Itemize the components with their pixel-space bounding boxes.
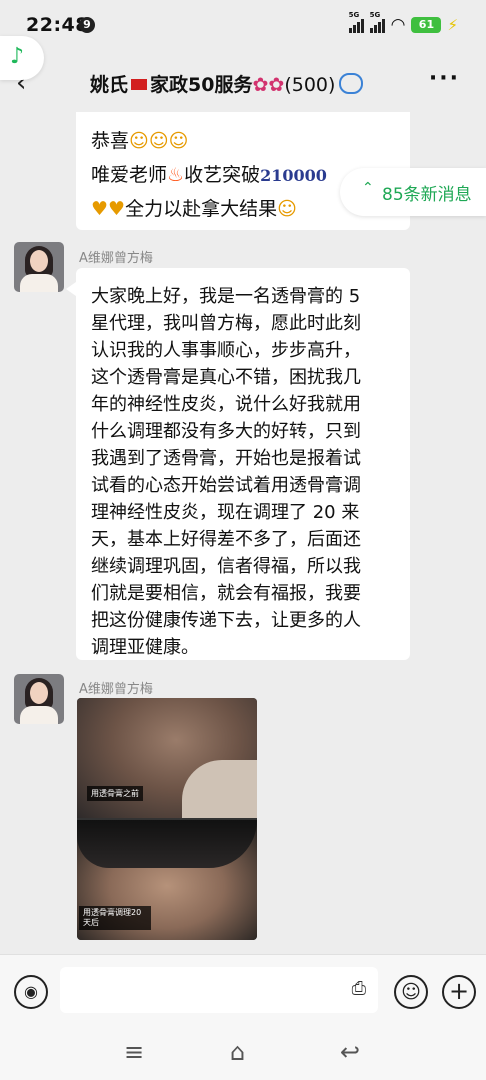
- message-line: 试看的心态开始尝试着用透骨膏调: [91, 475, 361, 496]
- message-text: 全力以赴拿大结果: [125, 198, 278, 220]
- message-line: ♥♥全力以赴拿大结果☺: [91, 194, 297, 221]
- message-text: 收艺突破: [184, 164, 261, 186]
- group-tag-icon: [339, 73, 364, 94]
- status-bar: 22:48 9 5G 5G ◠ 61 ⚡: [0, 0, 486, 52]
- music-floating-button[interactable]: ♪: [0, 36, 44, 80]
- input-bar: ◉ ⎙ ☺ +: [0, 954, 486, 1027]
- battery-level: 61: [411, 17, 442, 33]
- member-count: (500): [284, 74, 336, 96]
- message-line: 把这份健康传递下去，让更多的人: [91, 610, 361, 631]
- message-line: 恭喜☺☺☺: [91, 126, 188, 153]
- microphone-icon[interactable]: ⎙: [352, 978, 366, 999]
- message-line: 年的神经性皮炎，说什么好我就用: [91, 394, 361, 415]
- wifi-icon: ◠: [390, 15, 406, 35]
- message-line: 继续调理巩固，信者得福，所以我: [91, 556, 361, 577]
- message-input[interactable]: ⎙: [60, 967, 378, 1013]
- message-line: 这个透骨膏是真心不错，困扰我几: [91, 367, 361, 388]
- signal-icon: 5G: [348, 11, 364, 33]
- message-line: 理神经性皮炎，现在调理了 20 来: [91, 502, 360, 523]
- emoji-icon: ♥♥: [91, 198, 126, 220]
- signal-label: 5G: [369, 11, 381, 19]
- more-dots-icon[interactable]: ···: [429, 66, 460, 91]
- home-icon[interactable]: ⌂: [230, 1038, 245, 1066]
- message-line: 我遇到了透骨膏，开始也是报着试: [91, 448, 361, 469]
- message-line: 天，基本上好得差不多了，后面还: [91, 529, 361, 550]
- message-bubble[interactable]: 大家晚上好，我是一名透骨膏的 5 星代理，我叫曾方梅，愿此时此刻 认识我的人事事…: [66, 268, 410, 660]
- avatar[interactable]: [14, 242, 64, 292]
- menu-icon[interactable]: ≡: [124, 1038, 144, 1066]
- voice-input-icon[interactable]: ◉: [14, 975, 48, 1009]
- emoji-icon: ☺: [277, 198, 297, 220]
- new-messages-label: 85条新消息: [382, 185, 472, 205]
- signal-label: 5G: [348, 11, 360, 19]
- emoji-icon[interactable]: ☺: [394, 975, 428, 1009]
- message-line: 调理亚健康。: [91, 637, 199, 658]
- message-line: 认识我的人事事顺心，步步高升，: [91, 340, 361, 361]
- signal-icon: 5G: [369, 11, 385, 33]
- plus-icon[interactable]: +: [442, 975, 476, 1009]
- chat-title[interactable]: 姚氏 家政50服务✿✿(500): [90, 70, 364, 97]
- back-icon[interactable]: ↩: [340, 1038, 360, 1066]
- photo-caption: 用透骨膏之前: [87, 786, 143, 801]
- message-line: 们就是要相信，就会有福报，我要: [91, 583, 361, 604]
- emoji-icon: ☺☺☺: [129, 130, 189, 152]
- message-line: 大家晚上好，我是一名透骨膏的 5: [91, 286, 361, 307]
- double-up-arrow-icon: ⌃: [362, 180, 374, 196]
- avatar[interactable]: [14, 674, 64, 724]
- message-line: 星代理，我叫曾方梅，愿此时此刻: [91, 313, 361, 334]
- message-number: 210000: [260, 166, 327, 185]
- title-part2: 家政50服务: [150, 74, 253, 96]
- title-part1: 姚氏: [90, 74, 129, 96]
- new-messages-button[interactable]: ⌃ 85条新消息: [340, 168, 486, 216]
- chat-header: ‹ 姚氏 家政50服务✿✿(500) ···: [0, 52, 486, 110]
- sender-name: A维娜曾方梅: [79, 682, 153, 697]
- sender-name: A维娜曾方梅: [79, 251, 153, 266]
- flag-icon: [131, 79, 148, 90]
- music-note-icon: ♪: [10, 44, 25, 69]
- flower-icon: ✿✿: [252, 74, 285, 96]
- message-text: 唯爱老师: [91, 164, 168, 186]
- message-line: 什么调理都没有多大的好转，只到: [91, 421, 361, 442]
- system-navigation-bar: ≡ ⌂ ↩: [0, 1026, 486, 1080]
- notification-count-badge: 9: [79, 17, 95, 33]
- message-line: 唯爱老师♨收艺突破210000: [91, 160, 327, 187]
- message-text: 恭喜: [91, 130, 130, 152]
- message-image[interactable]: 用透骨膏之前 用透骨膏调理20天后: [77, 698, 257, 940]
- photo-caption: 用透骨膏调理20天后: [79, 906, 151, 930]
- fire-icon: ♨: [167, 164, 185, 186]
- status-icons: 5G 5G ◠ 61 ⚡: [348, 11, 458, 35]
- charging-icon: ⚡: [447, 16, 458, 34]
